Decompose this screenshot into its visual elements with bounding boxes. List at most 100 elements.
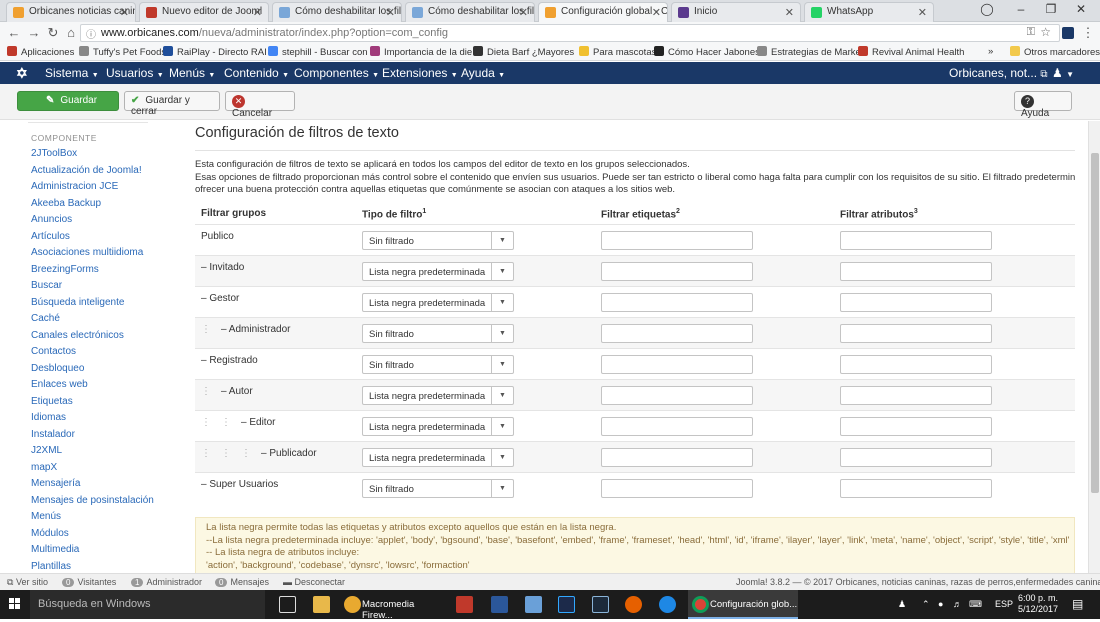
reload-icon[interactable]: ↻ xyxy=(45,25,61,41)
filter-attributes-input[interactable] xyxy=(840,386,992,405)
filter-tags-input[interactable] xyxy=(601,448,753,467)
browser-tab[interactable]: Inicio ✕ xyxy=(671,2,801,22)
filter-tags-input[interactable] xyxy=(601,417,753,436)
home-icon[interactable]: ⌂ xyxy=(63,25,79,41)
view-site-link[interactable]: ⧉ Ver sitio xyxy=(7,577,48,588)
firefox-icon[interactable] xyxy=(625,596,642,613)
sidebar-item[interactable]: mapX xyxy=(31,462,57,473)
filter-attributes-input[interactable] xyxy=(840,448,992,467)
key-icon[interactable]: ⚿ xyxy=(1027,26,1035,39)
sidebar-item[interactable]: Actualización de Joomla! xyxy=(31,165,142,176)
filter-type-select[interactable]: Sin filtrado ▼ xyxy=(362,231,514,250)
cancel-button[interactable]: ✕Cancelar xyxy=(225,91,295,119)
people-icon[interactable]: ♟ xyxy=(898,599,906,610)
page-info-icon[interactable]: ⓘ xyxy=(86,26,96,41)
extension-icon[interactable] xyxy=(1062,27,1074,39)
minimize-icon[interactable]: – xyxy=(1006,2,1036,18)
windows-search-box[interactable]: Búsqueda en Windows xyxy=(30,590,265,619)
forward-icon[interactable]: → xyxy=(26,25,42,41)
tab-close-icon[interactable]: ✕ xyxy=(785,6,794,19)
sidebar-item[interactable]: 2JToolBox xyxy=(31,148,77,159)
filter-attributes-input[interactable] xyxy=(840,262,992,281)
filter-tags-input[interactable] xyxy=(601,231,753,250)
admin-menu-item[interactable]: Componentes ▼ xyxy=(294,66,379,80)
filter-attributes-input[interactable] xyxy=(840,324,992,343)
filter-type-select[interactable]: Lista negra predeterminada ▼ xyxy=(362,448,514,467)
sidebar-item[interactable]: Administracion JCE xyxy=(31,181,118,192)
shield-app-icon[interactable] xyxy=(456,596,473,613)
bookmark-item[interactable]: Revival Animal Health xyxy=(858,46,964,58)
bookmarks-more[interactable]: » xyxy=(988,46,993,57)
browser-tab[interactable]: Nuevo editor de Jooml ✕ xyxy=(139,2,269,22)
filter-tags-input[interactable] xyxy=(601,262,753,281)
start-button[interactable] xyxy=(0,590,30,619)
tab-close-icon[interactable]: ✕ xyxy=(386,6,395,19)
browser-tab[interactable]: Cómo deshabilitar los filt ✕ xyxy=(272,2,402,22)
sidebar-item[interactable]: Artículos xyxy=(31,231,70,242)
tab-close-icon[interactable]: ✕ xyxy=(652,6,661,19)
tab-close-icon[interactable]: ✕ xyxy=(120,6,129,19)
filter-type-select[interactable]: Sin filtrado ▼ xyxy=(362,324,514,343)
system-clock[interactable]: 6:00 p. m. 5/12/2017 xyxy=(1018,593,1058,615)
admin-status[interactable]: 1 Administrador xyxy=(131,577,202,587)
sidebar-item[interactable]: Buscar xyxy=(31,280,62,291)
admin-menu-item[interactable]: Sistema ▼ xyxy=(45,66,99,80)
bookmark-item[interactable]: Estrategias de Marke xyxy=(757,46,861,58)
bookmark-item[interactable]: Importancia de la die xyxy=(370,46,472,58)
admin-menu-item[interactable]: Ayuda ▼ xyxy=(461,66,505,80)
bookmark-item[interactable]: Cómo Hacer Jabones xyxy=(654,46,760,58)
logout-link[interactable]: ▬ Desconectar xyxy=(283,577,345,587)
messages-status[interactable]: 0 Mensajes xyxy=(215,577,269,587)
tab-close-icon[interactable]: ✕ xyxy=(918,6,927,19)
sidebar-item[interactable]: Módulos xyxy=(31,528,69,539)
sidebar-item[interactable]: Caché xyxy=(31,313,60,324)
lightroom-icon[interactable] xyxy=(592,596,609,613)
filter-type-select[interactable]: Lista negra predeterminada ▼ xyxy=(362,293,514,312)
browser-tab[interactable]: Configuración global - C ✕ xyxy=(538,2,668,23)
tab-close-icon[interactable]: ✕ xyxy=(253,6,262,19)
filter-type-select[interactable]: Lista negra predeterminada ▼ xyxy=(362,417,514,436)
sidebar-item[interactable]: Enlaces web xyxy=(31,379,88,390)
save-close-button[interactable]: ✔ Guardar y cerrar xyxy=(124,91,220,117)
filter-tags-input[interactable] xyxy=(601,293,753,312)
admin-menu-item[interactable]: Usuarios ▼ xyxy=(106,66,164,80)
filter-tags-input[interactable] xyxy=(601,386,753,405)
visitors-status[interactable]: 0 Visitantes xyxy=(62,577,116,587)
sidebar-item[interactable]: Etiquetas xyxy=(31,396,73,407)
sidebar-item[interactable]: Canales electrónicos xyxy=(31,330,124,341)
bookmark-item[interactable]: stephill - Buscar con xyxy=(268,46,368,58)
restore-icon[interactable]: ❐ xyxy=(1036,2,1066,18)
joomla-logo-icon[interactable]: ✡ xyxy=(16,65,28,82)
sidebar-item[interactable]: Mensajería xyxy=(31,478,80,489)
sidebar-item[interactable]: Búsqueda inteligente xyxy=(31,297,124,308)
sidebar-item[interactable]: J2XML xyxy=(31,445,62,456)
admin-menu-item[interactable]: Contenido ▼ xyxy=(224,66,289,80)
back-icon[interactable]: ← xyxy=(6,25,22,41)
filter-attributes-input[interactable] xyxy=(840,293,992,312)
bookmark-item[interactable]: RaiPlay - Directo RAI xyxy=(163,46,267,58)
file-explorer-icon[interactable] xyxy=(313,596,330,613)
bookmark-item[interactable]: Para mascotas xyxy=(579,46,656,58)
sidebar-item[interactable]: Mensajes de posinstalación xyxy=(31,495,154,506)
filter-tags-input[interactable] xyxy=(601,355,753,374)
bookmark-star-icon[interactable]: ☆ xyxy=(1040,25,1051,39)
bookmark-item[interactable]: Tuffy's Pet Foods xyxy=(79,46,166,58)
sidebar-item[interactable]: Idiomas xyxy=(31,412,66,423)
sidebar-item[interactable]: Multimedia xyxy=(31,544,79,555)
help-button[interactable]: ?Ayuda xyxy=(1014,91,1072,119)
save-button[interactable]: ✎ Guardar xyxy=(17,91,119,111)
photoshop-icon[interactable] xyxy=(558,596,575,613)
sidebar-item[interactable]: Akeeba Backup xyxy=(31,198,101,209)
task-view-icon[interactable] xyxy=(279,596,296,613)
other-bookmarks[interactable]: Otros marcadores xyxy=(1010,46,1100,58)
sidebar-item[interactable]: Instalador xyxy=(31,429,75,440)
browser-tab[interactable]: Orbicanes noticias canin ✕ xyxy=(6,2,136,22)
word-icon[interactable] xyxy=(491,596,508,613)
sidebar-item[interactable]: Contactos xyxy=(31,346,76,357)
filter-attributes-input[interactable] xyxy=(840,479,992,498)
filter-attributes-input[interactable] xyxy=(840,417,992,436)
filter-tags-input[interactable] xyxy=(601,324,753,343)
filter-type-select[interactable]: Sin filtrado ▼ xyxy=(362,479,514,498)
taskbar-app-chrome[interactable]: Configuración glob... xyxy=(688,590,798,619)
edge-icon[interactable] xyxy=(659,596,676,613)
